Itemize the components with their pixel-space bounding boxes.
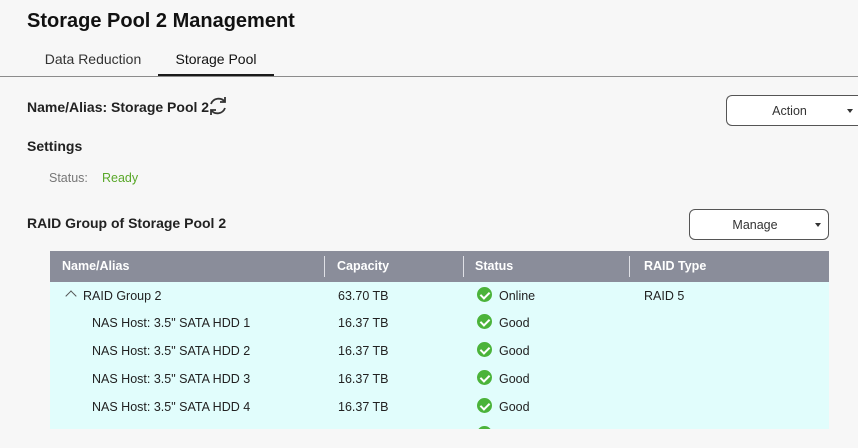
table-header: Name/Alias Capacity Status RAID Type bbox=[50, 251, 829, 282]
page-title: Storage Pool 2 Management bbox=[27, 10, 295, 32]
row-name: RAID Group 2 bbox=[83, 289, 162, 303]
action-button-label: Action bbox=[772, 103, 807, 118]
row-capacity: 63.70 TB bbox=[338, 289, 389, 303]
tab-bar: Data Reduction Storage Pool bbox=[0, 44, 858, 77]
tab-storage-pool[interactable]: Storage Pool bbox=[158, 44, 274, 76]
row-status: Good bbox=[477, 337, 530, 365]
tab-data-reduction[interactable]: Data Reduction bbox=[29, 44, 157, 75]
check-circle-icon bbox=[477, 398, 492, 414]
column-divider[interactable] bbox=[324, 256, 325, 277]
row-status: Good bbox=[477, 393, 530, 421]
pool-name-alias: Name/Alias: Storage Pool 2 bbox=[27, 99, 210, 115]
row-status-text: Good bbox=[499, 400, 530, 414]
caret-down-icon bbox=[815, 222, 821, 227]
status-value: Ready bbox=[102, 171, 139, 185]
row-status-text: Good bbox=[499, 344, 530, 358]
column-divider[interactable] bbox=[629, 256, 630, 277]
manage-button[interactable]: Manage bbox=[689, 209, 829, 240]
row-name: NAS Host: 3.5" SATA HDD 2 bbox=[92, 344, 251, 358]
table-row[interactable]: RAID Group 2 63.70 TB Online RAID 5 bbox=[50, 282, 829, 310]
refresh-icon[interactable] bbox=[206, 94, 230, 118]
table-row[interactable]: NAS Host: 3.5" SATA HDD 2 16.37 TB Good bbox=[50, 337, 829, 365]
column-header-raid-type[interactable]: RAID Type bbox=[644, 251, 706, 282]
column-header-name[interactable]: Name/Alias bbox=[62, 251, 129, 282]
row-capacity: 16.37 TB bbox=[338, 372, 389, 386]
row-name: NAS Host: 3.5" SATA HDD 1 bbox=[92, 316, 251, 330]
row-name: NAS Host: 3.5" SATA HDD 4 bbox=[92, 400, 251, 414]
check-circle-icon bbox=[477, 342, 492, 358]
table-row[interactable] bbox=[50, 421, 829, 429]
check-circle-icon bbox=[477, 314, 492, 330]
raid-group-heading: RAID Group of Storage Pool 2 bbox=[27, 215, 227, 231]
action-button[interactable]: Action bbox=[726, 95, 858, 126]
check-circle-icon bbox=[477, 287, 492, 303]
raid-group-table: Name/Alias Capacity Status RAID Type RAI… bbox=[50, 251, 829, 429]
row-status-text: Good bbox=[499, 372, 530, 386]
settings-heading: Settings bbox=[27, 138, 83, 154]
row-status: Good bbox=[477, 309, 530, 337]
row-capacity: 16.37 TB bbox=[338, 316, 389, 330]
manage-button-label: Manage bbox=[732, 217, 778, 232]
row-status bbox=[477, 421, 499, 429]
row-capacity: 16.37 TB bbox=[338, 344, 389, 358]
row-name: NAS Host: 3.5" SATA HDD 3 bbox=[92, 372, 251, 386]
caret-down-icon bbox=[847, 108, 853, 113]
status-label: Status: bbox=[49, 171, 88, 185]
column-header-status[interactable]: Status bbox=[475, 251, 513, 282]
check-circle-icon bbox=[477, 426, 492, 429]
table-row[interactable]: NAS Host: 3.5" SATA HDD 1 16.37 TB Good bbox=[50, 309, 829, 337]
check-circle-icon bbox=[477, 370, 492, 386]
table-row[interactable]: NAS Host: 3.5" SATA HDD 4 16.37 TB Good bbox=[50, 393, 829, 421]
column-header-capacity[interactable]: Capacity bbox=[337, 251, 389, 282]
table-row[interactable]: NAS Host: 3.5" SATA HDD 3 16.37 TB Good bbox=[50, 365, 829, 393]
column-divider[interactable] bbox=[463, 256, 464, 277]
row-status-text: Good bbox=[499, 316, 530, 330]
chevron-up-icon[interactable] bbox=[65, 290, 77, 302]
row-status: Online bbox=[477, 282, 535, 310]
row-status-text: Online bbox=[499, 289, 536, 303]
row-capacity: 16.37 TB bbox=[338, 400, 389, 414]
row-raid-type: RAID 5 bbox=[644, 289, 685, 303]
row-status: Good bbox=[477, 365, 530, 393]
